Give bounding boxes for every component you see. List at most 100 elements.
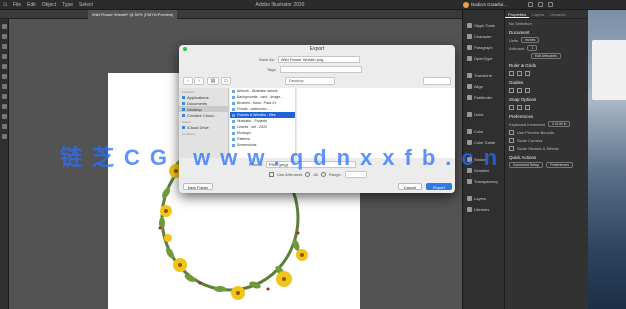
background-window[interactable] [592, 40, 626, 100]
dialog-title-bar: Export [179, 45, 455, 53]
dialog-title: Export [309, 46, 325, 52]
layers-icon [467, 196, 472, 201]
home-icon[interactable]: ⌂ [0, 0, 10, 10]
smart-guides-icon[interactable] [525, 87, 530, 93]
app-title: Adobe Illustrator 2020 [255, 1, 305, 8]
menu-select[interactable]: Select [76, 2, 96, 8]
brush-tool-icon[interactable] [2, 74, 7, 79]
folder-icon [232, 113, 235, 117]
panel-item-pathfinder[interactable]: Pathfinder [463, 92, 504, 103]
panel-item-paragraph[interactable]: Paragraph [463, 42, 504, 53]
panel-item-layers[interactable]: Layers [463, 193, 504, 204]
search-icon[interactable] [528, 2, 533, 7]
forward-button[interactable]: › [194, 77, 204, 85]
tags-input[interactable] [279, 66, 362, 73]
type-tool-icon[interactable] [2, 54, 7, 59]
view-mode-button[interactable]: ▤ [207, 77, 219, 85]
keyboard-increment-input[interactable]: 0.0139 in [548, 121, 571, 127]
transform-icon [467, 73, 472, 78]
preview-bounds-label: Use Preview Bounds [517, 129, 555, 135]
share-icon[interactable] [548, 2, 553, 7]
preview-bounds-checkbox[interactable] [509, 129, 514, 135]
applications-icon [182, 95, 185, 99]
snap-point-icon[interactable] [509, 104, 514, 110]
panel-item-transform[interactable]: Transform [463, 70, 504, 81]
all-label: All [313, 172, 318, 177]
panel-item-opentype[interactable]: OpenType [463, 53, 504, 64]
user-account[interactable]: Nadia's Grateful... [463, 1, 507, 8]
folder-icon [232, 131, 235, 135]
new-folder-button[interactable]: New Folder [183, 183, 213, 190]
panel-item-align[interactable]: Align [463, 81, 504, 92]
edit-artboards-button[interactable]: Edit Artboards [531, 53, 561, 59]
menu-file[interactable]: File [10, 2, 24, 8]
align-icon [467, 84, 472, 89]
new-folder-icon[interactable]: ▭ [221, 77, 231, 85]
export-button[interactable]: Export [426, 183, 452, 190]
desktop-icon [182, 107, 185, 111]
pen-tool-icon[interactable] [2, 44, 7, 49]
save-as-input[interactable]: Wild Flower Wreath.png [277, 56, 360, 63]
panel-item-glyph[interactable]: Glyph Tools [463, 20, 504, 31]
preferences-title: Preferences [509, 114, 534, 119]
panel-item-character[interactable]: Character [463, 31, 504, 42]
tab-document[interactable]: Wild Flower Wreath* @ 50% (CMYK/Preview) [88, 10, 178, 19]
no-selection-label: No Selection [509, 20, 532, 26]
range-radio[interactable] [320, 172, 326, 177]
back-button[interactable]: ‹ [183, 77, 193, 85]
tab-libraries[interactable]: Libraries [547, 10, 568, 18]
menu-object[interactable]: Object [39, 2, 59, 8]
units-row: Units Inches [505, 36, 588, 44]
units-select[interactable]: Inches [521, 37, 540, 43]
panel-item-libraries[interactable]: Libraries [463, 204, 504, 215]
preview-bounds-row[interactable]: Use Preview Bounds [505, 128, 588, 136]
use-artboards-checkbox[interactable] [269, 172, 274, 177]
cancel-button[interactable]: Cancel [398, 183, 422, 190]
all-radio[interactable] [305, 172, 311, 177]
range-input[interactable] [344, 171, 367, 178]
direct-selection-tool-icon[interactable] [2, 34, 7, 39]
menu-edit[interactable]: Edit [24, 2, 39, 8]
color-icon [467, 129, 472, 134]
ruler-icon[interactable] [509, 70, 514, 76]
tags-row: Tags: [267, 66, 362, 73]
panel-item-transparency[interactable]: Transparency [463, 176, 504, 187]
cloud-icon [182, 125, 185, 129]
snap-pixel-icon[interactable] [525, 104, 530, 110]
save-as-label: Save As: [259, 57, 275, 62]
ruler-icons-row [505, 69, 588, 77]
workspace-icon[interactable] [538, 2, 543, 7]
links-icon [467, 112, 472, 117]
libraries-icon [467, 207, 472, 212]
location-select[interactable]: Desktop [285, 77, 335, 85]
rotate-tool-icon[interactable] [2, 94, 7, 99]
scale-tool-icon[interactable] [2, 104, 7, 109]
hand-tool-icon[interactable] [2, 124, 7, 129]
eyedropper-tool-icon[interactable] [2, 114, 7, 119]
panel-item-color[interactable]: Color [463, 126, 504, 137]
export-dialog: Export Save As: Wild Flower Wreath.png T… [179, 45, 455, 193]
use-artboards-label: Use Artboards [277, 172, 303, 177]
tab-layers[interactable]: Layers [529, 10, 547, 18]
selection-tool-icon[interactable] [2, 24, 7, 29]
character-icon [467, 34, 472, 39]
menu-type[interactable]: Type [59, 2, 76, 8]
lock-guides-icon[interactable] [517, 87, 522, 93]
zoom-tool-icon[interactable] [2, 134, 7, 139]
panel-item-links[interactable]: Links [463, 109, 504, 120]
rectangle-tool-icon[interactable] [2, 64, 7, 69]
pencil-tool-icon[interactable] [2, 84, 7, 89]
folder-icon [232, 101, 235, 105]
search-field[interactable] [423, 77, 451, 85]
artboard-select[interactable]: 1 [527, 45, 538, 51]
user-name: Nadia's Grateful... [471, 2, 507, 7]
show-guides-icon[interactable] [509, 87, 514, 93]
artboards-row: Use Artboards All Range: [269, 171, 367, 178]
guides-icons-row [505, 86, 588, 94]
snap-grid-icon[interactable] [517, 104, 522, 110]
grid-icon[interactable] [517, 70, 522, 76]
window-zoom-button[interactable] [183, 47, 187, 51]
properties-tabs: Properties Layers Libraries [505, 10, 588, 19]
tab-properties[interactable]: Properties [505, 10, 530, 18]
pixel-grid-icon[interactable] [525, 70, 530, 76]
